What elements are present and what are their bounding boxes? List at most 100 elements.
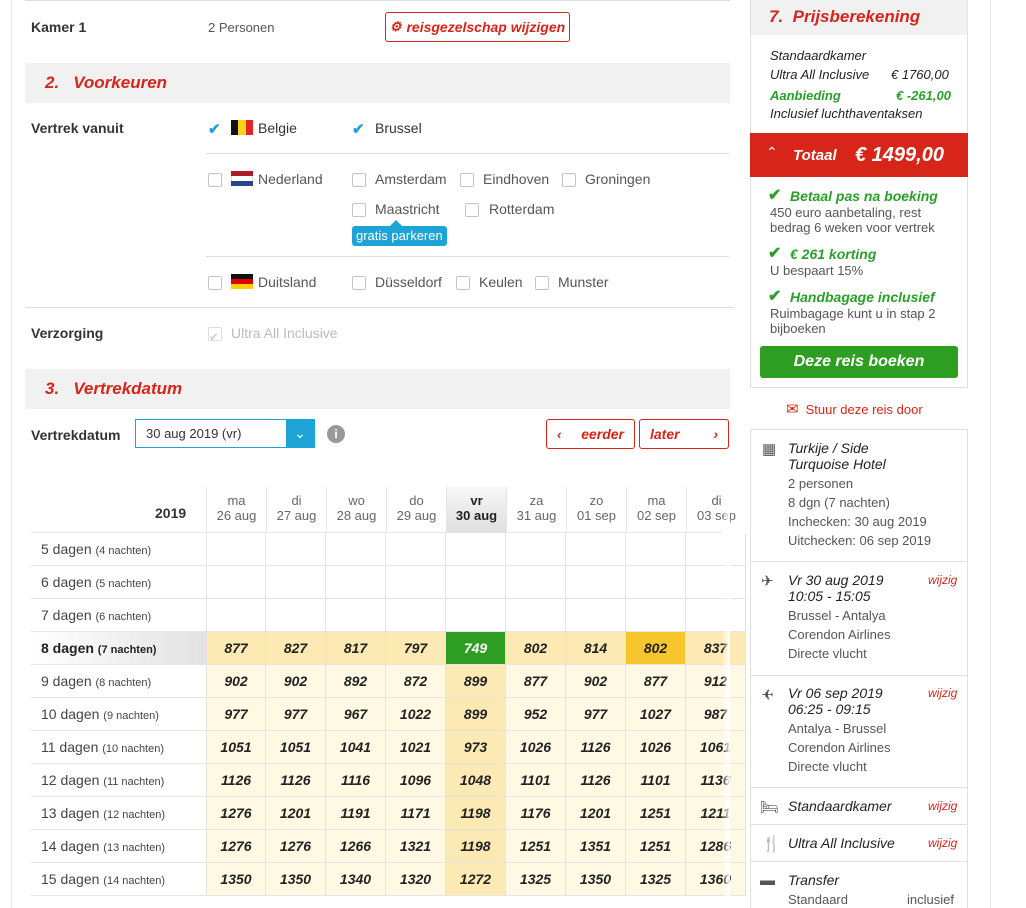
- price-cell[interactable]: 1350: [566, 863, 626, 896]
- price-cell[interactable]: 977: [566, 698, 626, 731]
- price-cell[interactable]: 1022: [386, 698, 446, 731]
- date-column-header[interactable]: ma 02 sep: [626, 487, 686, 533]
- earlier-button[interactable]: ‹ eerder: [546, 419, 635, 449]
- price-cell[interactable]: 1211: [686, 797, 746, 830]
- price-cell[interactable]: 1101: [506, 764, 566, 797]
- price-cell[interactable]: 1176: [506, 797, 566, 830]
- price-cell[interactable]: 802: [506, 632, 566, 665]
- price-cell[interactable]: 1096: [386, 764, 446, 797]
- price-cell[interactable]: 1201: [266, 797, 326, 830]
- price-cell[interactable]: 1351: [566, 830, 626, 863]
- price-cell[interactable]: 837: [686, 632, 746, 665]
- price-cell[interactable]: 797: [386, 632, 446, 665]
- price-cell[interactable]: 1198: [446, 797, 506, 830]
- price-cell[interactable]: 902: [266, 665, 326, 698]
- share-link[interactable]: ✉ Stuur deze reis door: [786, 400, 923, 418]
- price-cell[interactable]: 892: [326, 665, 386, 698]
- price-cell[interactable]: 1136: [686, 764, 746, 797]
- checkbox-keulen[interactable]: [456, 276, 470, 290]
- price-cell[interactable]: 1051: [266, 731, 326, 764]
- edit-return-link[interactable]: wijzig: [928, 686, 957, 700]
- date-column-header[interactable]: di 27 aug: [266, 487, 326, 533]
- checkbox-munster[interactable]: [535, 276, 549, 290]
- duration-row-label[interactable]: 12 dagen (11 nachten): [31, 764, 206, 797]
- price-cell[interactable]: 1027: [626, 698, 686, 731]
- checkbox-amsterdam[interactable]: [352, 173, 366, 187]
- total-bar[interactable]: ⌃ Totaal € 1499,00: [750, 133, 968, 177]
- duration-row-label[interactable]: 7 dagen (6 nachten): [31, 599, 206, 632]
- price-cell[interactable]: 1126: [206, 764, 266, 797]
- price-cell[interactable]: 877: [206, 632, 266, 665]
- price-cell[interactable]: 987: [686, 698, 746, 731]
- price-cell[interactable]: 1350: [266, 863, 326, 896]
- price-cell[interactable]: 1350: [206, 863, 266, 896]
- price-cell[interactable]: 977: [206, 698, 266, 731]
- edit-outbound-link[interactable]: wijzig: [928, 573, 957, 587]
- price-cell[interactable]: 1340: [326, 863, 386, 896]
- checkbox-duitsland[interactable]: [208, 276, 222, 290]
- price-cell[interactable]: 1026: [506, 731, 566, 764]
- price-cell[interactable]: 1026: [626, 731, 686, 764]
- price-cell[interactable]: 1198: [446, 830, 506, 863]
- date-column-header[interactable]: za 31 aug: [506, 487, 566, 533]
- price-cell[interactable]: 1126: [266, 764, 326, 797]
- price-cell[interactable]: 1041: [326, 731, 386, 764]
- price-cell[interactable]: 912: [686, 665, 746, 698]
- price-cell[interactable]: 1051: [206, 731, 266, 764]
- duration-row-label[interactable]: 10 dagen (9 nachten): [31, 698, 206, 731]
- book-button[interactable]: Deze reis boeken: [760, 346, 958, 378]
- price-cell[interactable]: 1101: [626, 764, 686, 797]
- checkbox-brussel[interactable]: ✔: [352, 121, 365, 137]
- price-cell[interactable]: 1272: [446, 863, 506, 896]
- info-icon[interactable]: i: [327, 425, 345, 443]
- duration-row-label[interactable]: 6 dagen (5 nachten): [31, 566, 206, 599]
- checkbox-belgie[interactable]: ✔: [208, 121, 221, 137]
- price-cell[interactable]: 899: [446, 698, 506, 731]
- change-party-button[interactable]: ⚙ reisgezelschap wijzigen: [385, 12, 570, 42]
- price-cell[interactable]: 877: [506, 665, 566, 698]
- checkbox-eindhoven[interactable]: [460, 173, 474, 187]
- date-column-header[interactable]: ma 26 aug: [206, 487, 266, 533]
- price-cell[interactable]: 1251: [626, 797, 686, 830]
- date-column-header[interactable]: zo 01 sep: [566, 487, 626, 533]
- price-cell[interactable]: 973: [446, 731, 506, 764]
- price-cell[interactable]: 1325: [506, 863, 566, 896]
- price-cell[interactable]: 1266: [326, 830, 386, 863]
- date-select[interactable]: 30 aug 2019 (vr) ⌄: [135, 419, 315, 448]
- price-cell[interactable]: 827: [266, 632, 326, 665]
- price-cell[interactable]: 1126: [566, 764, 626, 797]
- price-cell[interactable]: 1116: [326, 764, 386, 797]
- price-cell[interactable]: 1048: [446, 764, 506, 797]
- checkbox-groningen[interactable]: [562, 173, 576, 187]
- price-cell[interactable]: 817: [326, 632, 386, 665]
- duration-row-label[interactable]: 14 dagen (13 nachten): [31, 830, 206, 863]
- price-cell[interactable]: 1061: [686, 731, 746, 764]
- date-column-header[interactable]: wo 28 aug: [326, 487, 386, 533]
- price-cell[interactable]: 749: [446, 632, 506, 665]
- checkbox-rotterdam[interactable]: [465, 203, 479, 217]
- price-cell[interactable]: 952: [506, 698, 566, 731]
- price-cell[interactable]: 967: [326, 698, 386, 731]
- price-cell[interactable]: 814: [566, 632, 626, 665]
- duration-row-label[interactable]: 13 dagen (12 nachten): [31, 797, 206, 830]
- checkbox-maastricht[interactable]: [352, 203, 366, 217]
- price-cell[interactable]: 1325: [626, 863, 686, 896]
- price-cell[interactable]: 899: [446, 665, 506, 698]
- price-cell[interactable]: 1360: [686, 863, 746, 896]
- price-cell[interactable]: 1251: [626, 830, 686, 863]
- price-cell[interactable]: 1276: [266, 830, 326, 863]
- date-column-header[interactable]: do 29 aug: [386, 487, 446, 533]
- price-cell[interactable]: 1126: [566, 731, 626, 764]
- price-cell[interactable]: 1320: [386, 863, 446, 896]
- duration-row-label[interactable]: 15 dagen (14 nachten): [31, 863, 206, 896]
- price-cell[interactable]: 977: [266, 698, 326, 731]
- checkbox-ultra-all-inclusive[interactable]: ✔: [208, 327, 222, 343]
- price-cell[interactable]: 1276: [206, 797, 266, 830]
- duration-row-label[interactable]: 8 dagen (7 nachten): [31, 632, 206, 665]
- price-cell[interactable]: 1321: [386, 830, 446, 863]
- price-cell[interactable]: 1276: [206, 830, 266, 863]
- edit-room-link[interactable]: wijzig: [928, 799, 957, 813]
- price-cell[interactable]: 1286: [686, 830, 746, 863]
- checkbox-dusseldorf[interactable]: [352, 276, 366, 290]
- duration-row-label[interactable]: 11 dagen (10 nachten): [31, 731, 206, 764]
